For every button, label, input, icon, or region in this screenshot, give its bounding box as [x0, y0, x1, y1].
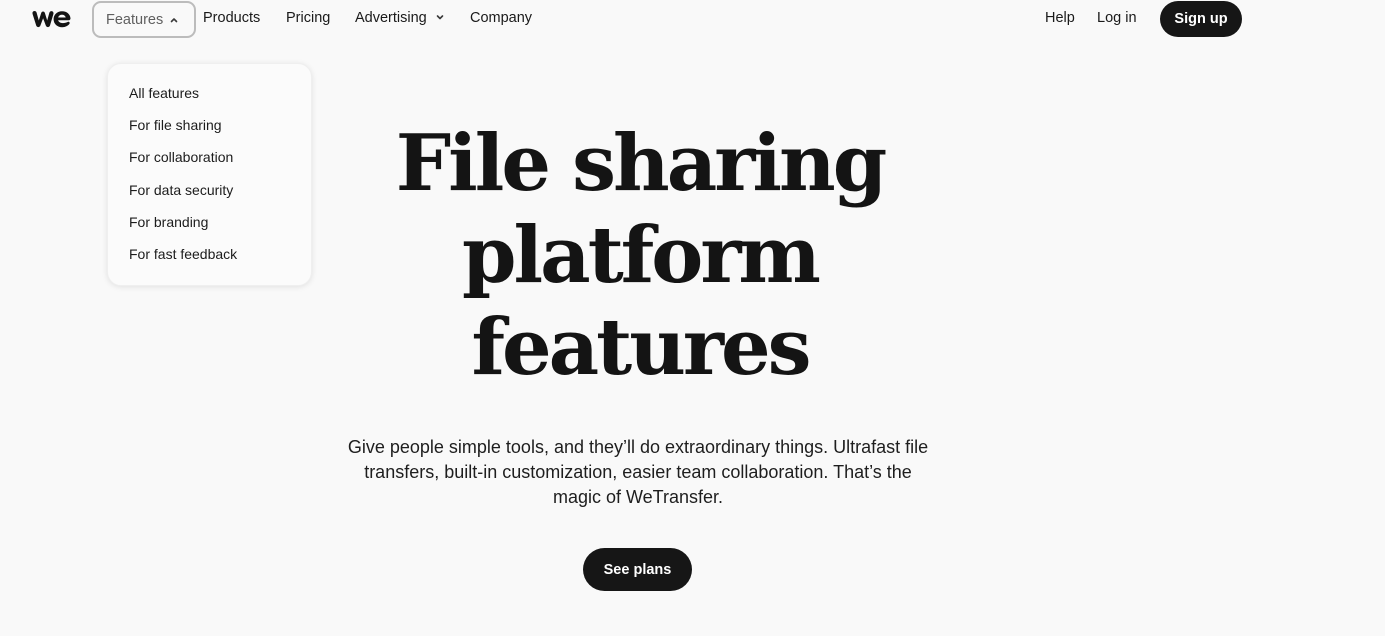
- nav-help-link[interactable]: Help: [1045, 0, 1075, 36]
- hero-title-line: features: [471, 302, 811, 393]
- signup-button[interactable]: Sign up: [1160, 1, 1242, 37]
- hero-title: File sharing platform features: [340, 118, 940, 394]
- hero-subtitle: Give people simple tools, and they’ll do…: [347, 437, 929, 507]
- features-menu-button[interactable]: Features: [92, 1, 196, 38]
- see-plans-button[interactable]: See plans: [583, 548, 692, 591]
- chevron-down-icon: [435, 12, 445, 22]
- features-menu-label: Features: [106, 11, 164, 28]
- wetransfer-logo-icon[interactable]: [31, 8, 71, 30]
- nav-products-link[interactable]: Products: [203, 0, 260, 36]
- hero-title-line: platform: [462, 210, 821, 301]
- menu-item-all-features[interactable]: All features: [129, 84, 199, 102]
- nav-advertising-menu[interactable]: Advertising: [355, 0, 445, 36]
- menu-item-file-sharing[interactable]: For file sharing: [129, 116, 222, 134]
- menu-item-data-security[interactable]: For data security: [129, 181, 233, 199]
- hero-title-line: File sharing: [395, 118, 888, 209]
- top-nav: Features Products Pricing Advertising Co…: [0, 0, 1385, 38]
- menu-item-branding[interactable]: For branding: [129, 213, 208, 231]
- nav-advertising-label: Advertising: [355, 10, 427, 26]
- nav-pricing-link[interactable]: Pricing: [286, 0, 330, 36]
- menu-item-fast-feedback[interactable]: For fast feedback: [129, 245, 237, 263]
- page: Features Products Pricing Advertising Co…: [0, 0, 1385, 636]
- nav-company-link[interactable]: Company: [470, 0, 532, 36]
- menu-item-collaboration[interactable]: For collaboration: [129, 148, 233, 166]
- chevron-up-icon: [169, 15, 179, 25]
- features-dropdown-menu: All features For file sharing For collab…: [107, 63, 312, 286]
- nav-login-link[interactable]: Log in: [1097, 0, 1137, 36]
